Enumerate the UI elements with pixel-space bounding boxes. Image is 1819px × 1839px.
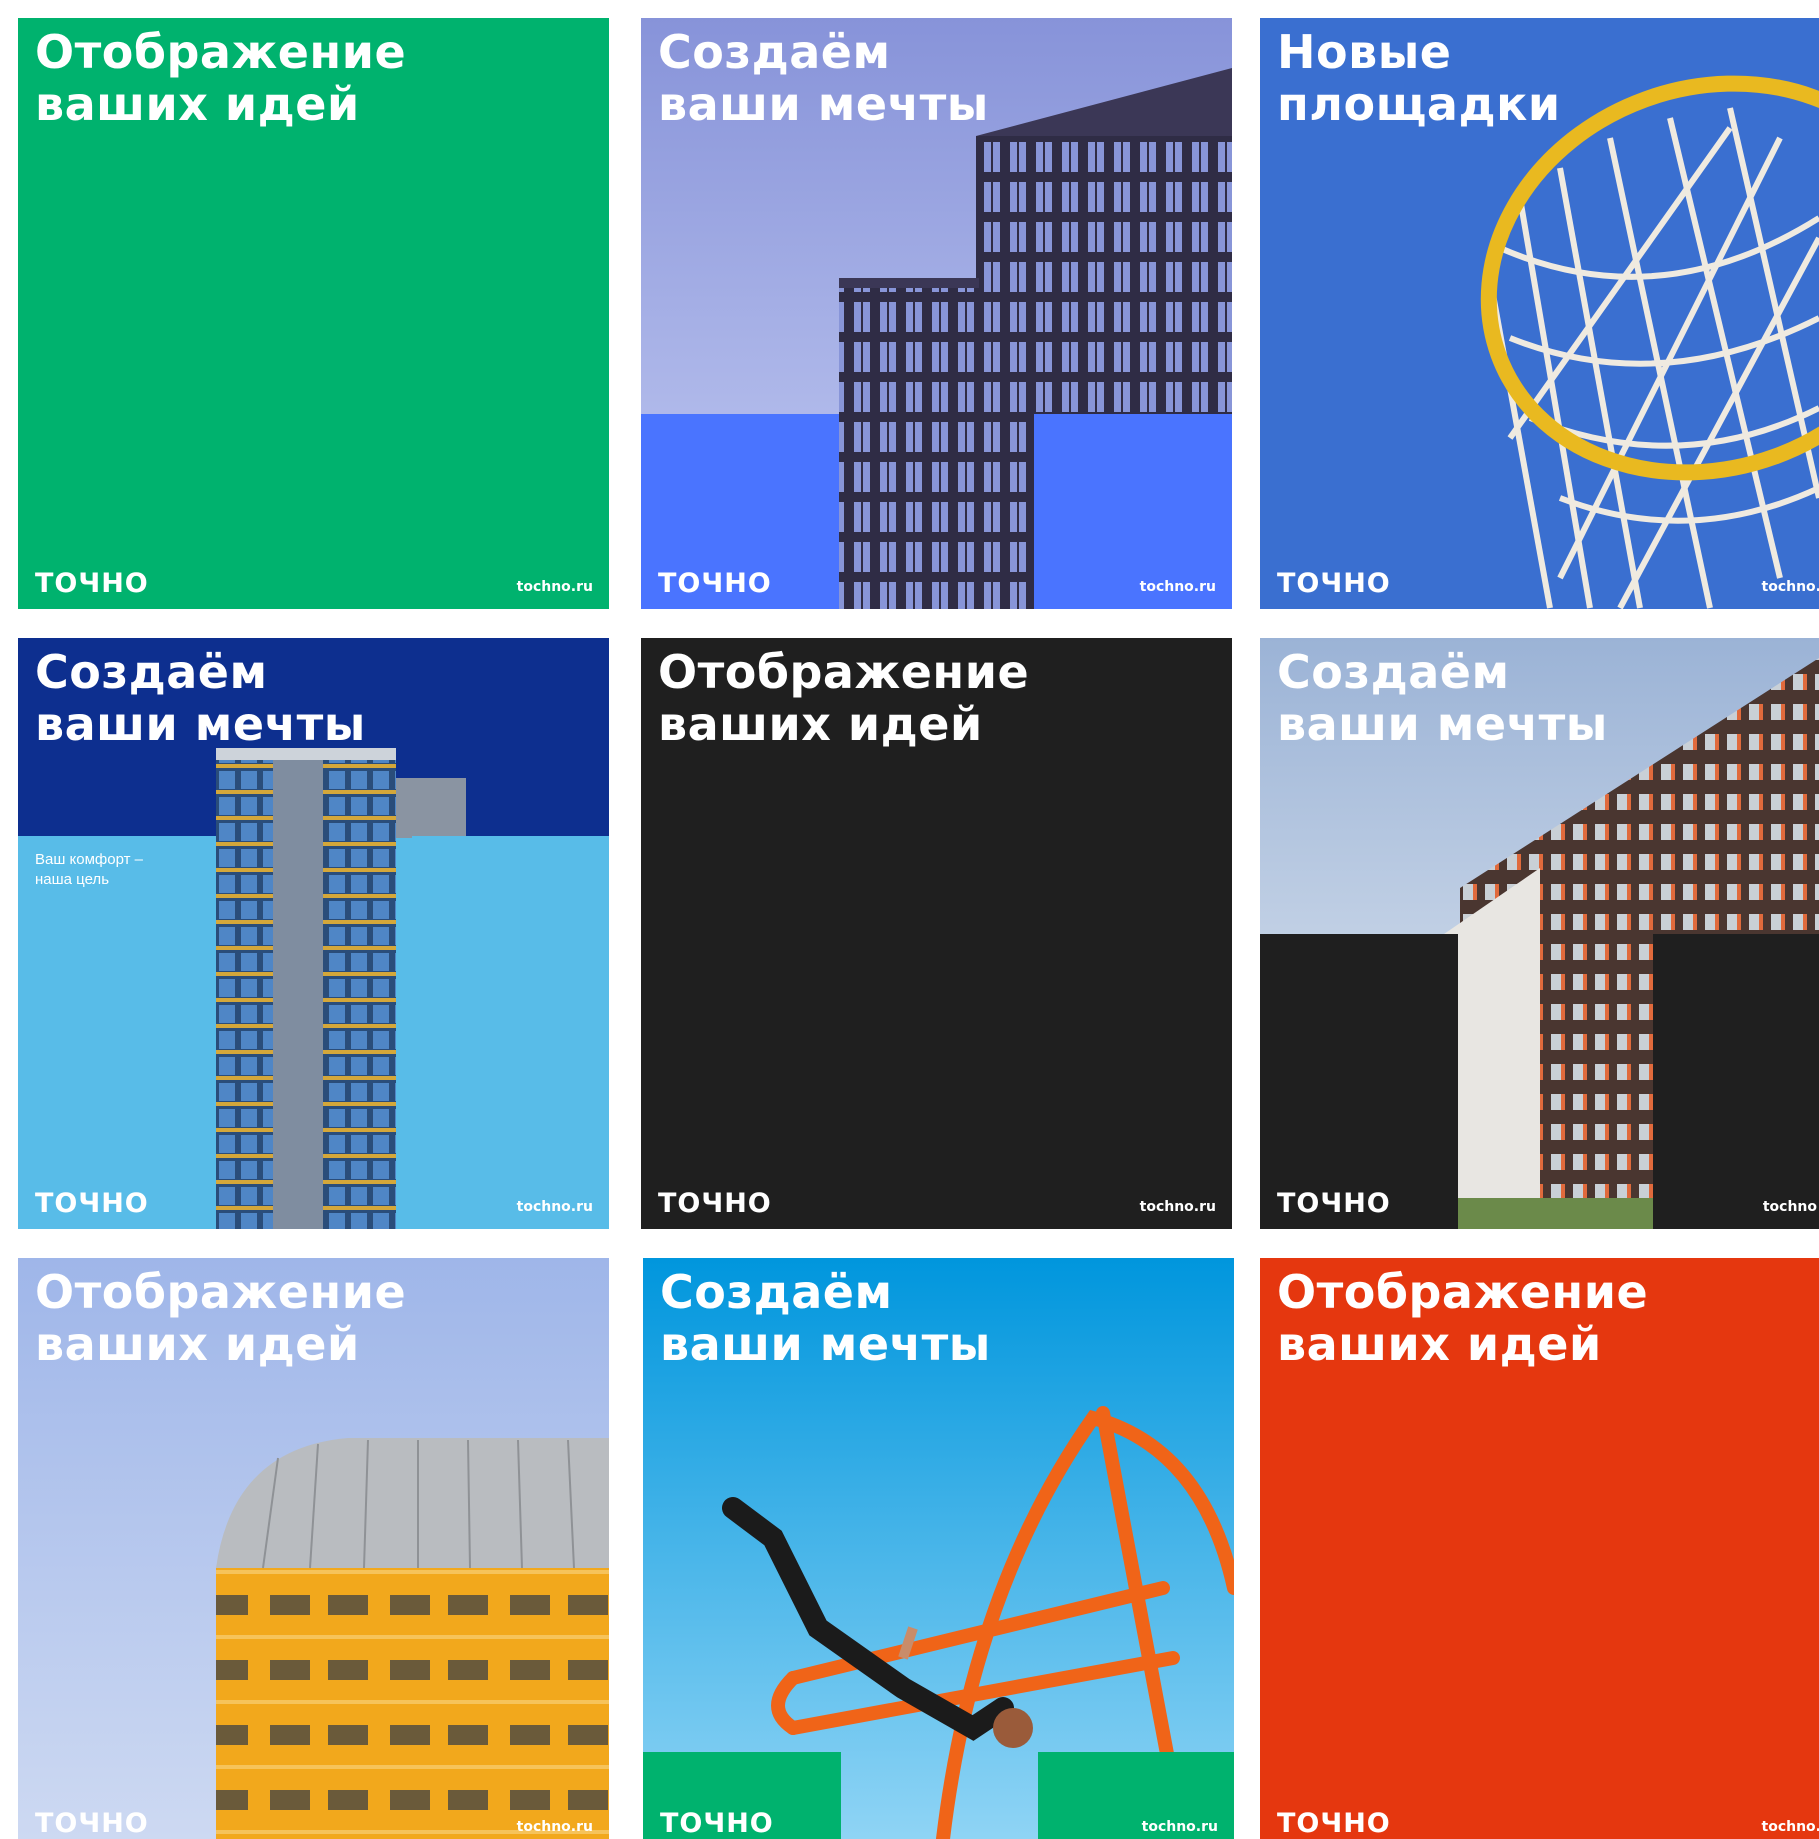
brand-logo: ТОЧНО <box>1277 568 1391 599</box>
card-title: Создаём ваши мечты <box>1277 645 1608 751</box>
card-title: Новые площадки <box>1277 25 1561 131</box>
brand-logo: ТОЧНО <box>35 568 149 599</box>
brand-url: tochno. <box>1761 1819 1819 1835</box>
brand-url: tochno.ru <box>1141 1819 1218 1835</box>
card-title: Отображение ваших идей <box>1277 1265 1649 1371</box>
card-9[interactable]: Отображение ваших идей ТОЧНО tochno. <box>1260 1258 1819 1839</box>
card-title: Создаём ваши мечты <box>658 25 989 131</box>
brand-url: tochno.ru <box>516 1819 593 1835</box>
card-4[interactable]: Создаём ваши мечты Ваш комфорт – наша цель… <box>18 638 609 1229</box>
card-subtitle: Ваш комфорт – наша цель <box>35 851 144 888</box>
card-title: Создаём ваши мечты <box>35 645 366 751</box>
brand-url: tochno <box>1762 1199 1817 1215</box>
card-1[interactable]: Отображение ваших идей ТОЧНО tochno.ru <box>18 18 609 609</box>
dark-block-left <box>1260 934 1458 1229</box>
brand-logo: ТОЧНО <box>1277 1188 1391 1219</box>
card-8[interactable]: Создаём ваши мечты ТОЧНО tochno.ru <box>643 1258 1234 1839</box>
card-title: Отображение ваших идей <box>35 25 407 131</box>
brand-logo: ТОЧНО <box>658 1188 772 1219</box>
light-blue-block-right <box>412 836 609 1229</box>
brand-url: tochno.ru <box>1139 1199 1216 1215</box>
brand-logo: ТОЧНО <box>35 1188 149 1219</box>
card-5[interactable]: Отображение ваших идей ТОЧНО tochno.ru <box>641 638 1232 1229</box>
brand-url: tochno.ru <box>516 579 593 595</box>
brand-url: tochno. <box>1761 579 1819 595</box>
card-title: Создаём ваши мечты <box>660 1265 991 1371</box>
card-2[interactable]: Создаём ваши мечты ТОЧНО tochno.ru <box>641 18 1232 609</box>
brand-url: tochno.ru <box>516 1199 593 1215</box>
brand-logo: ТОЧНО <box>658 568 772 599</box>
brand-logo: ТОЧНО <box>1277 1808 1391 1839</box>
dark-block-right <box>1653 934 1819 1229</box>
card-3[interactable]: Новые площадки ТОЧНО tochno. <box>1260 18 1819 609</box>
light-blue-block-left <box>18 836 216 1229</box>
brand-logo: ТОЧНО <box>35 1808 149 1839</box>
card-title: Отображение ваших идей <box>658 645 1030 751</box>
brand-logo: ТОЧНО <box>660 1808 774 1839</box>
card-6[interactable]: Создаём ваши мечты ТОЧНО tochno <box>1260 638 1819 1229</box>
card-7[interactable]: Отображение ваших идей ТОЧНО tochno.ru <box>18 1258 609 1839</box>
brand-url: tochno.ru <box>1139 579 1216 595</box>
card-title: Отображение ваших идей <box>35 1265 407 1371</box>
